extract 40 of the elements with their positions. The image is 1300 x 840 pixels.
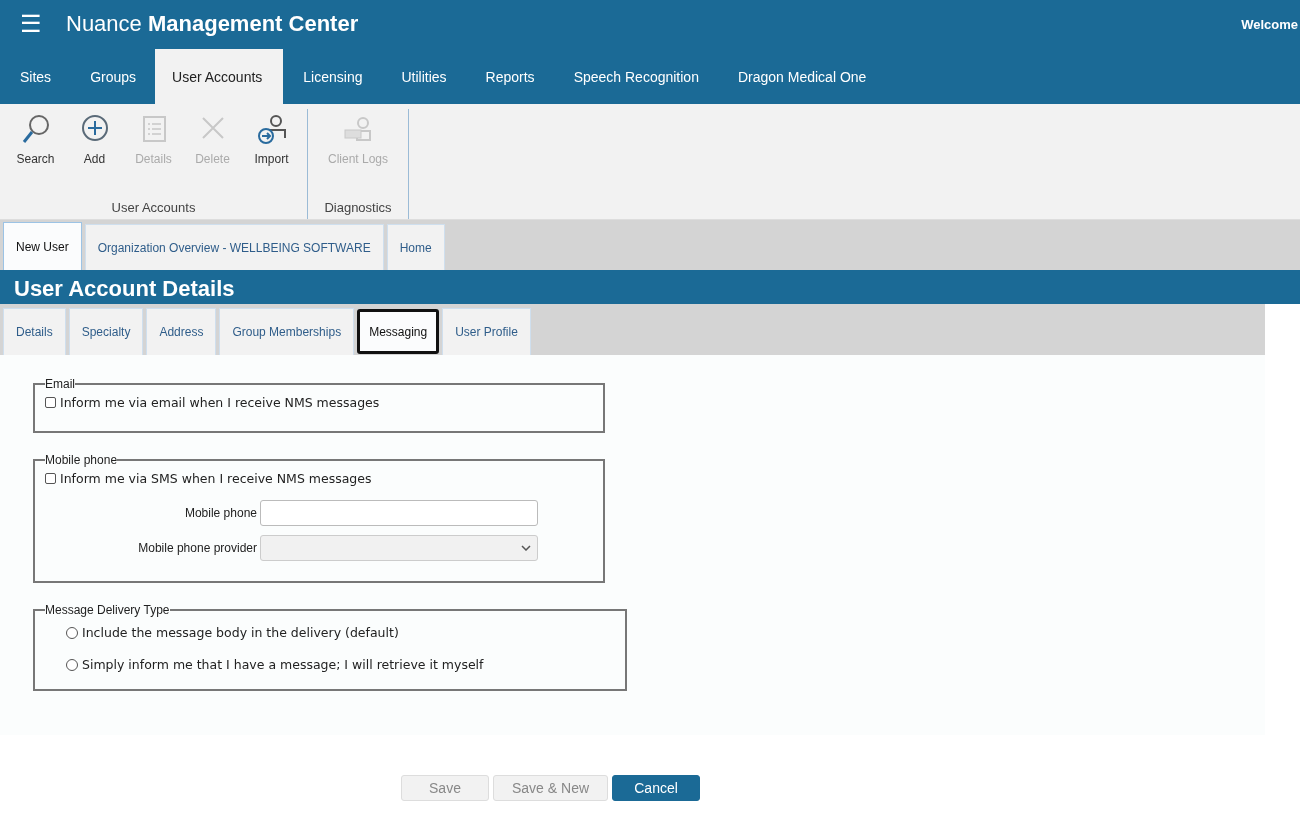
import-user-icon <box>256 114 287 146</box>
document-tab[interactable]: Home <box>386 224 445 270</box>
mobile-phone-input[interactable] <box>260 500 538 526</box>
delivery-radio[interactable]: Simply inform me that I have a message; I will retrieve it myself <box>66 657 615 672</box>
page-title: User Account Details <box>0 270 1300 304</box>
field-label: Mobile phone <box>183 506 258 520</box>
fieldset-legend: Email <box>45 377 75 391</box>
group-label: User Accounts <box>110 200 197 217</box>
document-tab[interactable]: New User <box>3 222 82 270</box>
document-tab[interactable]: Organization Overview - WELLBEING SOFTWARE <box>84 224 384 270</box>
section-tab[interactable]: User Profile <box>442 308 531 355</box>
menu-button[interactable]: ☰ <box>20 10 48 38</box>
ribbon-button[interactable]: Import <box>242 109 301 200</box>
section-tab[interactable]: Messaging <box>357 309 440 354</box>
fieldset-legend: Message Delivery Type <box>45 603 170 617</box>
form-button[interactable]: Cancel <box>612 775 701 801</box>
ribbon-button[interactable]: Add <box>65 109 124 200</box>
nav-tab[interactable]: Dragon Medical One <box>717 49 886 104</box>
nav-tab[interactable]: User Accounts <box>155 49 284 104</box>
email-checkbox[interactable]: Inform me via email when I receive NMS messages <box>45 395 593 410</box>
app-title: Nuance Management Center <box>66 11 359 37</box>
nav-tab[interactable]: Reports <box>465 49 554 104</box>
ribbon-button[interactable]: Search <box>6 109 65 200</box>
fieldset-legend: Mobile phone <box>45 453 118 467</box>
nav-tab[interactable]: Groups <box>70 49 156 104</box>
field-label: Mobile phone provider <box>137 541 258 555</box>
sms-checkbox[interactable]: Inform me via SMS when I receive NMS messages <box>45 471 593 486</box>
nav-tab[interactable]: Speech Recognition <box>553 49 718 104</box>
welcome-text: Welcome <box>1241 16 1298 32</box>
chevron-down-icon <box>521 545 531 551</box>
provider-dropdown[interactable] <box>260 535 538 561</box>
section-tab[interactable]: Specialty <box>68 308 144 355</box>
nav-tab[interactable]: Licensing <box>283 49 382 104</box>
delivery-radio[interactable]: Include the message body in the delivery (default) <box>66 625 615 640</box>
section-tab[interactable]: Group Memberships <box>219 308 355 355</box>
nav-tab[interactable]: Sites <box>0 49 71 104</box>
nav-tab[interactable]: Utilities <box>381 49 466 104</box>
group-label: Diagnostics <box>323 200 393 217</box>
section-tab[interactable]: Details <box>3 308 66 355</box>
section-tab[interactable]: Address <box>146 308 217 355</box>
